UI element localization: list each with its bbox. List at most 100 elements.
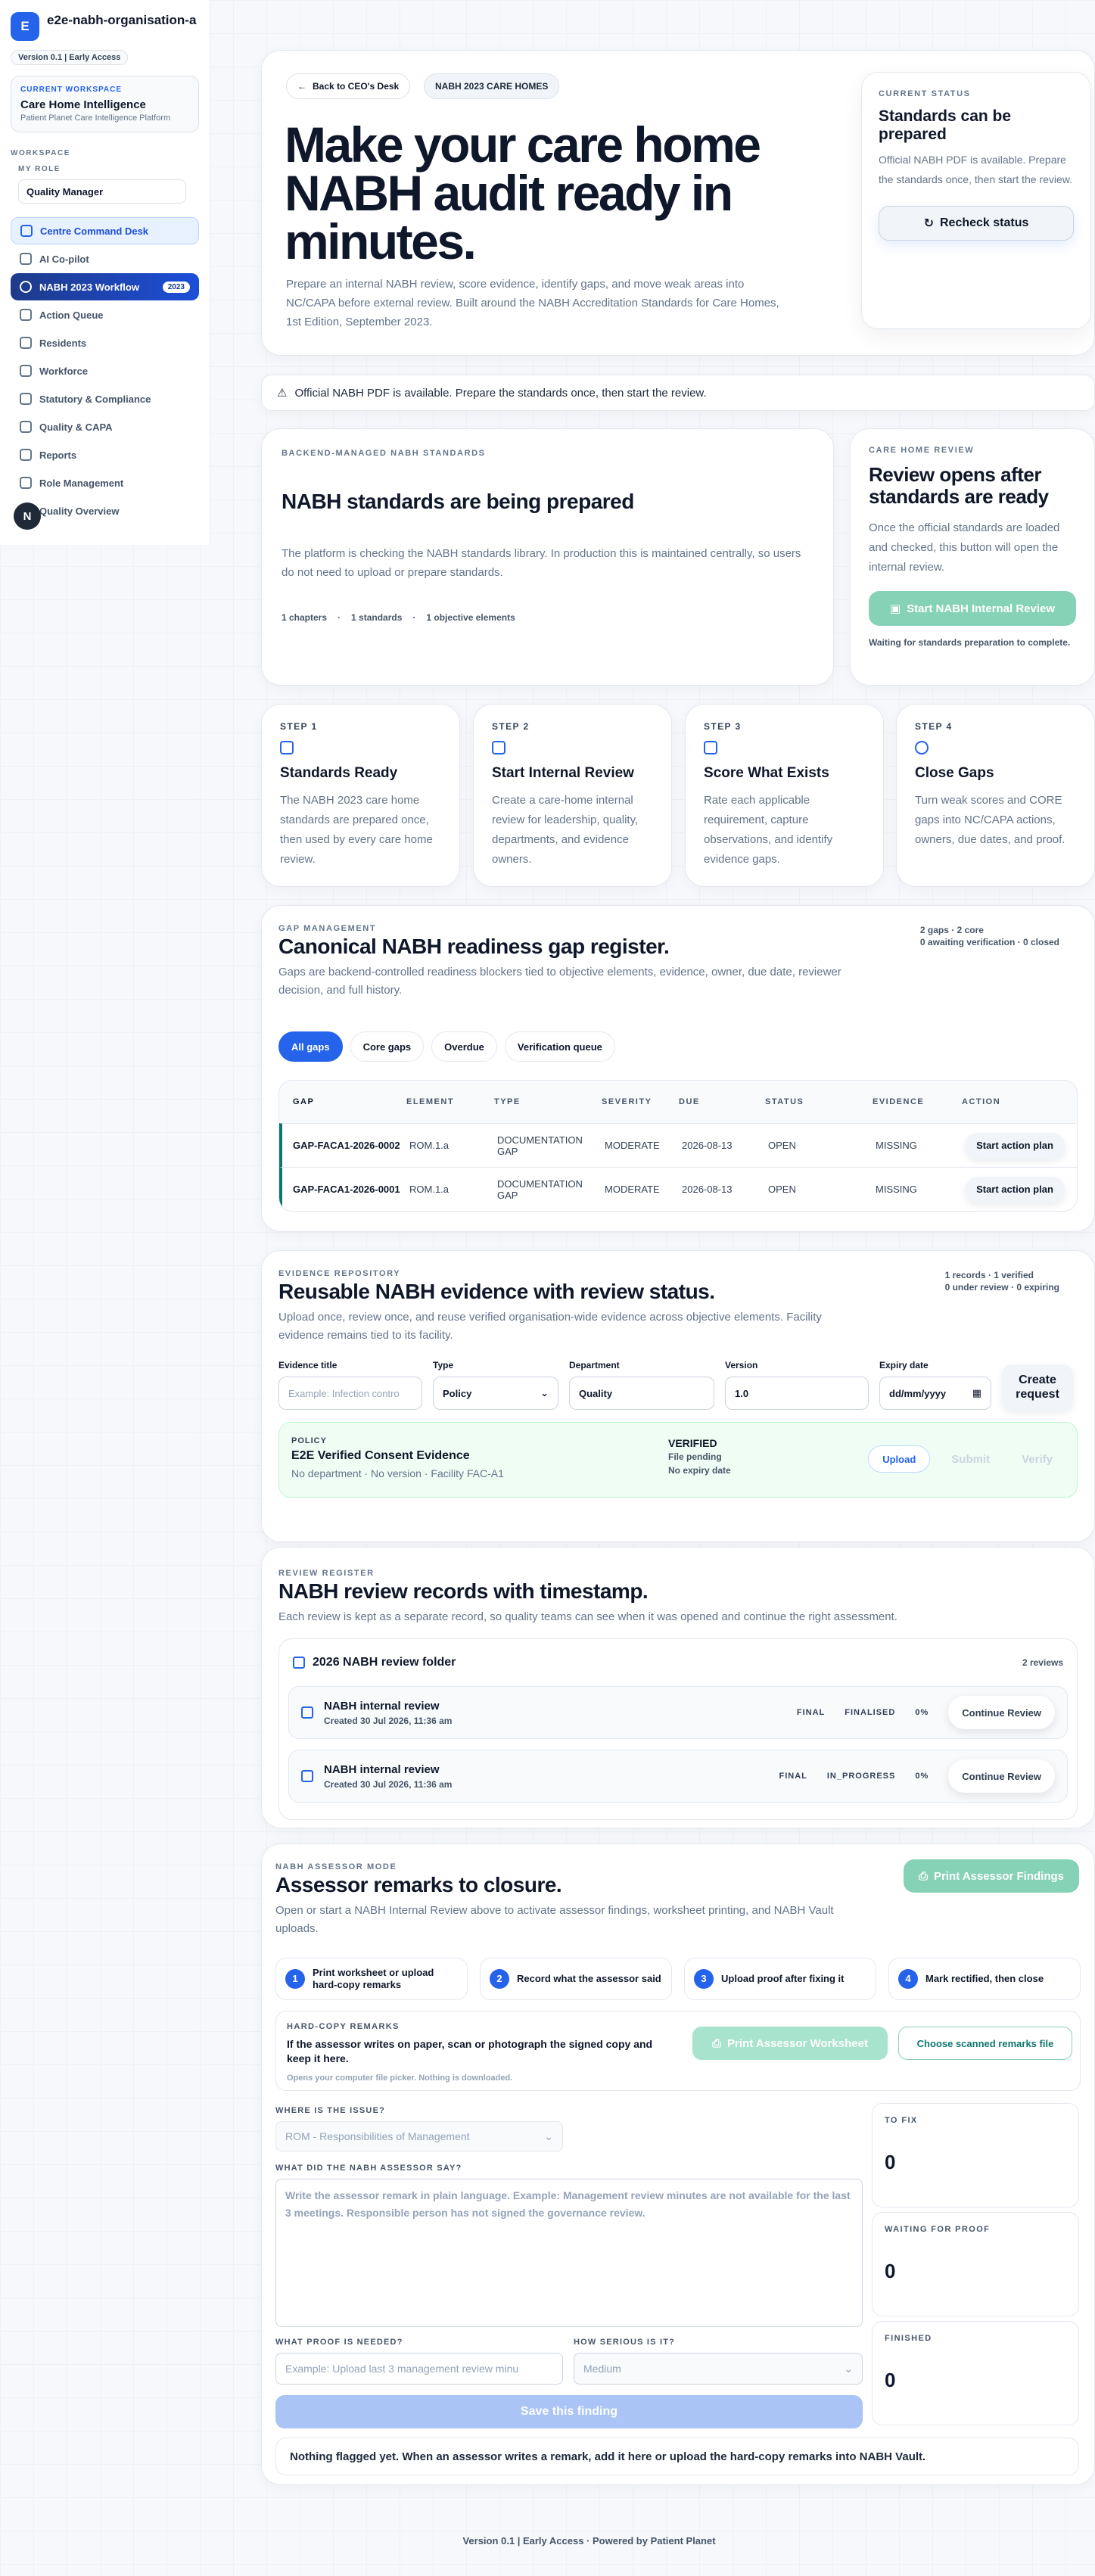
workspace-card[interactable]: CURRENT WORKSPACE Care Home Intelligence… <box>11 76 199 132</box>
step-label: Upload proof after fixing it <box>721 1973 845 1984</box>
step-card-1: STEP 1 Standards Ready The NABH 2023 car… <box>261 704 460 887</box>
step-description: Turn weak scores and CORE gaps into NC/C… <box>915 794 1065 846</box>
evidence-title-input[interactable]: Example: Infection contro <box>278 1377 422 1410</box>
expiry-date-input[interactable]: dd/mm/yyyy ▦ <box>879 1377 991 1410</box>
version-input[interactable]: 1.0 <box>725 1377 869 1410</box>
hardcopy-sub: Opens your computer file picker. Nothing… <box>287 2074 513 2083</box>
evidence-type-select[interactable]: Policy ⌄ <box>433 1377 558 1410</box>
assistant-float-button[interactable]: N <box>14 502 41 530</box>
start-action-plan-button[interactable]: Start action plan <box>965 1132 1065 1159</box>
cell-evidence: MISSING <box>876 1184 917 1195</box>
clipboard-icon <box>492 741 506 754</box>
role-label: MY ROLE <box>18 165 61 173</box>
severity-select[interactable]: Medium ⌄ <box>574 2353 863 2385</box>
assessor-step: 3 Upload proof after fixing it <box>684 1958 876 2000</box>
version-pill: Version 0.1 | Early Access <box>11 50 129 65</box>
back-button[interactable]: ← Back to CEO's Desk <box>286 73 411 99</box>
step-label: Record what the assessor said <box>517 1973 661 1984</box>
step-description: Rate each applicable requirement, captur… <box>704 794 833 866</box>
start-review-button[interactable]: ▣ Start NABH Internal Review <box>869 591 1076 626</box>
sidebar-item-label: Centre Command Desk <box>40 225 149 237</box>
step-eyebrow: STEP 4 <box>915 721 953 732</box>
step-number: 1 <box>285 1969 305 1989</box>
proof-input[interactable]: Example: Upload last 3 management review… <box>275 2353 563 2385</box>
choose-remarks-file-button[interactable]: Choose scanned remarks file <box>898 2027 1072 2060</box>
create-request-button[interactable]: Create request <box>1002 1364 1073 1410</box>
upload-button[interactable]: Upload <box>868 1445 931 1473</box>
org-name: e2e-nabh-organisation-a <box>47 13 197 27</box>
save-finding-button[interactable]: Save this finding <box>275 2395 863 2428</box>
record-tag-type: FINAL <box>779 1772 807 1781</box>
role-select[interactable]: Quality Manager <box>18 179 186 204</box>
clipboard-icon: ▣ <box>889 602 901 615</box>
folder-title: 2026 NABH review folder <box>293 1656 456 1669</box>
stat-value: 0 <box>885 2260 896 2282</box>
review-record: NABH internal review Created 30 Jul 2026,… <box>288 1686 1068 1739</box>
sidebar-item-action-queue[interactable]: Action Queue <box>11 301 199 328</box>
chip-core-gaps[interactable]: Core gaps <box>350 1031 425 1062</box>
status-title: Standards can be prepared <box>879 107 1012 143</box>
count-core: 2 core <box>957 925 984 935</box>
print-assessor-findings-button[interactable]: ⎙ Print Assessor Findings <box>904 1859 1079 1893</box>
sidebar-item-centre-command-desk[interactable]: Centre Command Desk <box>11 217 199 244</box>
sidebar-item-workforce[interactable]: Workforce <box>11 357 199 384</box>
evidence-record-status: VERIFIED File pending No expiry date <box>668 1436 731 1477</box>
shield-check-icon <box>20 393 32 405</box>
field-label: Evidence title <box>278 1360 338 1370</box>
col-evidence: EVIDENCE <box>873 1097 925 1106</box>
sidebar-item-ai-copilot[interactable]: AI Co-pilot <box>11 245 199 272</box>
submit-button[interactable]: Submit <box>941 1445 1000 1473</box>
stat-label: FINISHED <box>885 2334 932 2343</box>
issue-location-select[interactable]: ROM - Responsibilities of Management ⌄ <box>275 2121 563 2151</box>
stat-value: 0 <box>885 2151 896 2173</box>
step-label: Mark rectified, then close <box>925 1973 1044 1984</box>
assessor-step: 2 Record what the assessor said <box>480 1958 672 2000</box>
review-title: Review opens after standards are ready <box>869 463 1049 508</box>
print-worksheet-button[interactable]: ⎙ Print Assessor Worksheet <box>692 2027 888 2060</box>
step-number: 3 <box>694 1969 714 1989</box>
year-badge: 2023 <box>162 281 190 293</box>
register-title: NABH review records with timestamp. <box>278 1579 649 1603</box>
record-tag-type: FINAL <box>796 1708 826 1717</box>
sidebar-item-quality-capa[interactable]: Quality & CAPA <box>11 413 199 440</box>
hard-copy-remarks: HARD-COPY REMARKS If the assessor writes… <box>275 2011 1081 2091</box>
checklist-icon <box>704 741 717 754</box>
where-label: WHERE IS THE ISSUE? <box>275 2106 386 2115</box>
layers-icon <box>280 741 294 754</box>
recheck-status-button[interactable]: ↻ Recheck status <box>879 206 1074 241</box>
hero-tag: NABH 2023 CARE HOMES <box>424 73 560 99</box>
evidence-repository-card: EVIDENCE REPOSITORY Reusable NABH eviden… <box>261 1250 1095 1542</box>
step-eyebrow: STEP 1 <box>280 721 318 732</box>
cell-gap: GAP-FACA1-2026-0001 <box>293 1184 400 1195</box>
sidebar-item-reports[interactable]: Reports <box>11 441 199 468</box>
col-action: ACTION <box>962 1097 1001 1106</box>
evidence-counts: 1 records · 1 verified 0 under review · … <box>944 1270 1059 1293</box>
record-name: NABH internal review <box>324 1762 440 1776</box>
chip-all-gaps[interactable]: All gaps <box>278 1031 343 1062</box>
step-number: 2 <box>490 1969 509 1989</box>
sidebar-nav: Centre Command Desk AI Co-pilot NABH 202… <box>11 217 199 525</box>
sidebar-item-residents[interactable]: Residents <box>11 329 199 356</box>
sidebar-item-role-management[interactable]: Role Management <box>11 469 199 496</box>
select-value: Medium <box>583 2363 621 2375</box>
step-card-4: STEP 4 Close Gaps Turn weak scores and C… <box>896 704 1095 887</box>
field-label: Version <box>725 1360 758 1370</box>
count-awaiting: 0 awaiting verification <box>919 937 1016 947</box>
assessor-description: Open or start a NABH Internal Review abo… <box>275 1904 834 1935</box>
sidebar-item-nabh-workflow[interactable]: NABH 2023 Workflow 2023 <box>11 273 199 300</box>
continue-review-button[interactable]: Continue Review <box>948 1759 1055 1793</box>
meta-chapters: 1 chapters <box>282 612 328 623</box>
sidebar-item-statutory[interactable]: Statutory & Compliance <box>11 385 199 412</box>
status-description: Official NABH PDF is available. Prepare … <box>879 154 1073 185</box>
start-action-plan-button[interactable]: Start action plan <box>965 1176 1065 1202</box>
chip-overdue[interactable]: Overdue <box>431 1031 497 1062</box>
assessor-remark-textarea[interactable]: Write the assessor remark in plain langu… <box>275 2179 863 2327</box>
continue-review-button[interactable]: Continue Review <box>948 1696 1055 1729</box>
date-value: dd/mm/yyyy <box>889 1387 947 1399</box>
shield-check-icon <box>915 741 929 754</box>
sidebar-item-label: Quality & CAPA <box>39 421 113 433</box>
department-input[interactable]: Quality <box>569 1377 714 1410</box>
cell-type: DOCUMENTATION GAP <box>497 1178 583 1201</box>
chip-verification-queue[interactable]: Verification queue <box>504 1031 615 1062</box>
verify-button[interactable]: Verify <box>1011 1445 1063 1473</box>
